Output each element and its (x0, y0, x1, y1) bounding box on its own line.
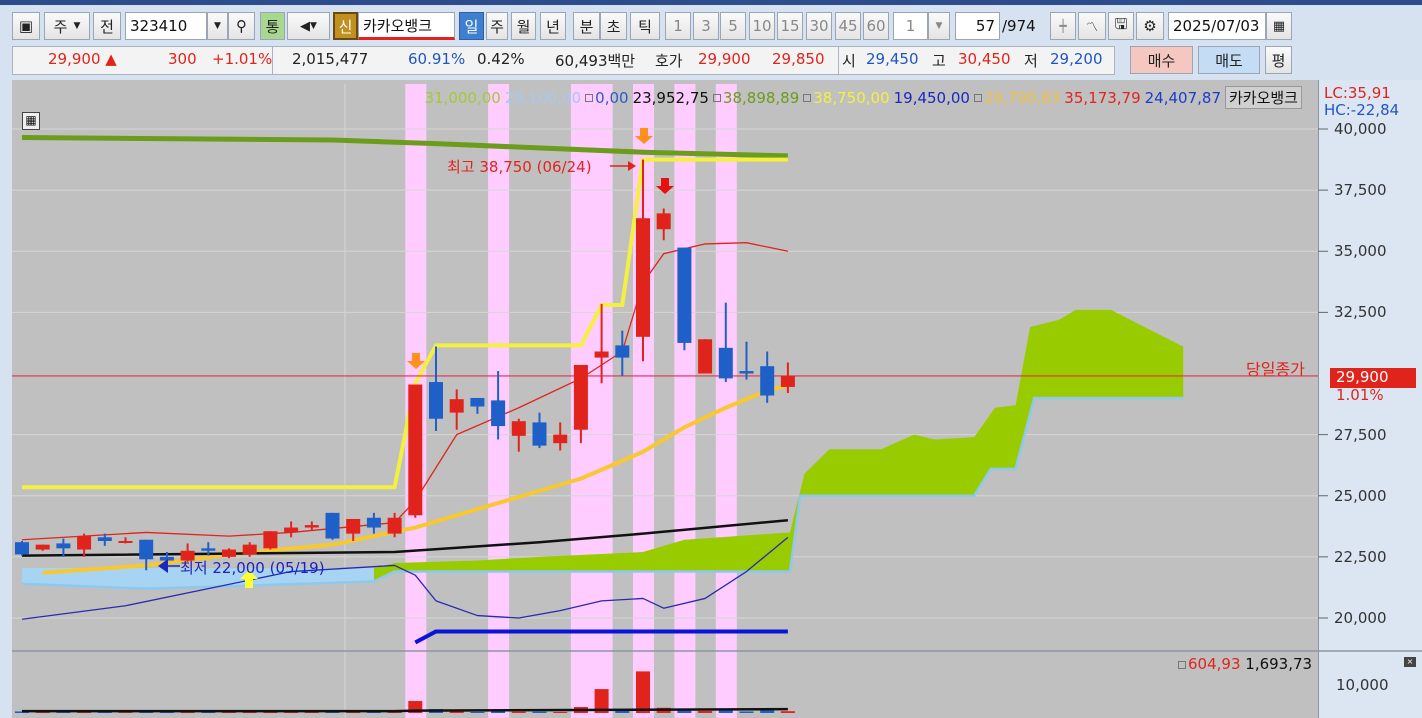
axis-tick-label: 27,500 (1334, 425, 1387, 444)
legend-item: 29,100,00 (504, 88, 582, 107)
candle-body (408, 384, 423, 516)
close-pct: 1.01% (1336, 386, 1384, 404)
candle-body (56, 543, 71, 549)
legend-item: 35,173,79 (1064, 88, 1141, 107)
axis-tick-label: 25,000 (1334, 486, 1387, 505)
legend-item: 29,790,83 (973, 89, 1060, 107)
candle-body (636, 218, 650, 337)
volume-ma-line (22, 707, 788, 713)
candle-body (201, 548, 216, 551)
sell-arrow-down-icon (656, 178, 674, 194)
legend-box-icon (585, 94, 594, 102)
volume-bar (760, 710, 775, 713)
candle-body (284, 527, 299, 533)
candle-body (656, 213, 671, 230)
candle-body (491, 400, 506, 427)
candle-body (677, 247, 692, 343)
axis-tick-label: 32,500 (1334, 303, 1387, 322)
indicator-legend: 31,000,00 29,100,00 0,00 23,952,75 38,898,89… (424, 86, 1302, 109)
candle-body (780, 375, 795, 387)
candle-body (739, 371, 754, 374)
highlight-column (715, 84, 737, 718)
legend-item: 23,952,75 (632, 88, 709, 107)
volume-bar (511, 711, 526, 713)
candle-body (532, 422, 547, 446)
legend-box-icon (973, 94, 982, 102)
candle-body (615, 345, 630, 358)
volume-bar (553, 711, 568, 713)
candle-body (118, 540, 133, 543)
candle-body (35, 544, 50, 550)
low-annotation: 최저 22,000 (05/19) (180, 559, 325, 577)
axis-tick-label: 22,500 (1334, 547, 1387, 566)
candle-body (511, 421, 526, 436)
candle-body (263, 531, 278, 549)
volume-bar (698, 710, 713, 713)
high-annotation: 최고 38,750 (06/24) (447, 158, 592, 176)
candle-body (470, 397, 485, 407)
candle-body (77, 536, 92, 550)
volume-bar (470, 711, 485, 713)
candle-body (222, 549, 236, 557)
candle-body (718, 347, 733, 379)
grid-icon[interactable]: ▦ (22, 112, 40, 130)
legend-item: 31,000,00 (424, 88, 501, 107)
close-label: 당일종가 (1246, 360, 1305, 379)
candle-body (139, 539, 154, 560)
price-channel-line (22, 157, 788, 490)
legend-box-icon (803, 94, 812, 102)
close-pane-icon[interactable]: × (1404, 657, 1416, 667)
candle-body (242, 544, 257, 555)
volume-bar (532, 711, 547, 713)
legend-stock-name: 카카오뱅크 (1224, 86, 1302, 109)
legend-item: 38,750,00 (803, 89, 890, 107)
highlight-column (674, 84, 696, 718)
legend-item: 38,898,89 (712, 89, 799, 107)
candle-body (97, 537, 112, 541)
volume-legend: 604,93 1,693,73 (1178, 655, 1312, 673)
candle-body (325, 512, 340, 539)
candle-body (387, 517, 402, 534)
candle-body (573, 364, 588, 430)
ma-short-line (21, 242, 789, 541)
close-price-tag: 29,900 (1330, 368, 1416, 388)
candle-body (15, 542, 29, 555)
candle-body (594, 351, 609, 358)
legend-item: 0,00 (585, 89, 629, 107)
volume-tick: 10,000 (1336, 676, 1389, 694)
axis-tick-label: 35,000 (1334, 242, 1387, 261)
highlight-column (591, 84, 613, 718)
lc-value: LC:35,91 (1324, 84, 1391, 102)
candle-body (346, 518, 361, 534)
legend-item: 19,450,00 (893, 88, 970, 107)
candle-body (429, 382, 443, 419)
axis-tick-label: 37,500 (1334, 181, 1387, 200)
candle-body (449, 399, 464, 413)
axis-tick-label: 40,000 (1334, 120, 1387, 138)
volume-bar (739, 711, 754, 713)
candle-body (760, 366, 775, 396)
candle-body (366, 517, 381, 528)
legend-item: 24,407,87 (1144, 88, 1221, 107)
candle-body (553, 434, 568, 444)
candle-body (698, 339, 713, 374)
legend-box-icon (712, 94, 721, 102)
axis-tick-label: 20,000 (1334, 609, 1387, 627)
volume-bar (636, 671, 650, 713)
volume-bar (780, 711, 795, 713)
candle-body (304, 525, 319, 528)
envelope-top-line (21, 135, 788, 159)
hc-value: HC:-22,84 (1324, 101, 1400, 119)
